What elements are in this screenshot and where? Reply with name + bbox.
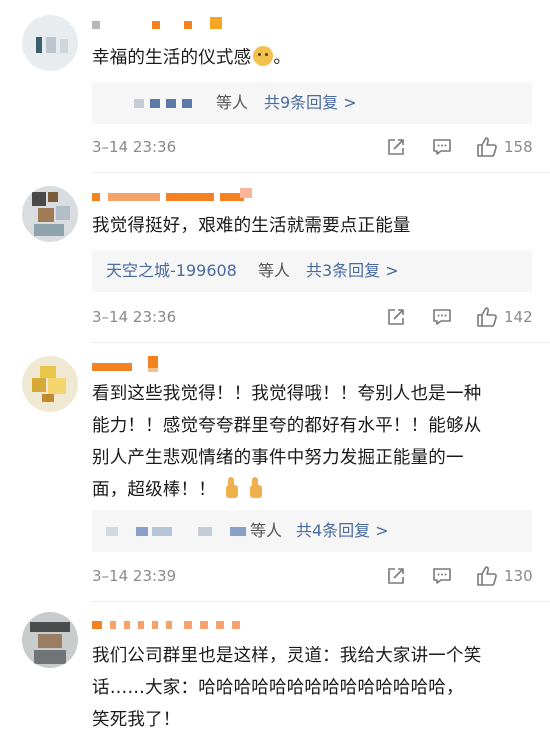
comment-text: 看到这些我觉得！！我觉得哦！！夸别人也是一种 能力！！感觉夸夸群里夸的都好有水平… — [92, 384, 482, 500]
timestamp: 3–14 23:36 — [92, 308, 177, 326]
more-replies-link[interactable]: 共3条回复 > — [306, 250, 399, 292]
reply-suffix: 等人 — [250, 521, 283, 540]
like-button[interactable]: 142 — [476, 306, 533, 328]
more-replies-link[interactable]: 共9条回复 > — [264, 82, 357, 124]
comment-button[interactable] — [432, 565, 452, 587]
thumbs-up-icon — [477, 137, 497, 157]
thumbs-up-icon — [477, 307, 497, 327]
avatar[interactable] — [22, 356, 78, 412]
username[interactable] — [92, 186, 272, 204]
comment-icon — [433, 139, 451, 155]
divider — [92, 172, 550, 173]
comment-button[interactable] — [432, 136, 452, 158]
reply-summary[interactable]: 等人 共9条回复 > — [92, 82, 532, 124]
comment-button[interactable] — [432, 306, 452, 328]
avatar[interactable] — [22, 15, 78, 71]
share-icon — [388, 139, 404, 155]
comment-text: 我们公司群里也是这样，灵道：我给大家讲一个笑 话……大家：哈哈哈哈哈哈哈哈哈哈哈… — [92, 646, 482, 730]
comment-meta: 3–14 23:36 142 — [92, 306, 533, 328]
reply-suffix: 等人 — [216, 93, 249, 112]
share-button[interactable] — [386, 136, 406, 158]
comment-meta: 3–14 23:36 158 — [92, 136, 533, 158]
avatar[interactable] — [22, 612, 78, 668]
like-count: 130 — [504, 567, 533, 585]
thumbs-up-emoji — [246, 477, 264, 499]
share-icon — [388, 309, 404, 325]
reply-user-link[interactable]: 天空之城-199608 — [106, 250, 237, 292]
avatar[interactable] — [22, 186, 78, 242]
comment-text: 幸福的生活的仪式感。 — [92, 46, 292, 68]
username[interactable] — [92, 14, 252, 32]
like-count: 158 — [504, 138, 533, 156]
reply-suffix: 等人 — [258, 261, 291, 280]
doge-emoji — [253, 46, 274, 66]
share-button[interactable] — [386, 565, 406, 587]
reply-summary[interactable]: 等人 共4条回复 > — [92, 510, 532, 552]
divider — [92, 342, 550, 343]
share-button[interactable] — [386, 306, 406, 328]
thumbs-up-icon — [477, 566, 497, 586]
more-replies-link[interactable]: 共4条回复 > — [296, 510, 389, 552]
thumbs-up-emoji — [222, 477, 240, 499]
reply-summary[interactable]: 天空之城-199608 等人 共3条回复 > — [92, 250, 532, 292]
like-count: 142 — [504, 308, 533, 326]
comment-list: 幸福的生活的仪式感。 等人 共9条回复 > 3–14 23:36 158 我觉得… — [0, 0, 550, 730]
username[interactable] — [92, 614, 292, 632]
timestamp: 3–14 23:36 — [92, 138, 177, 156]
username[interactable] — [92, 356, 182, 374]
divider — [92, 601, 550, 602]
comment-icon — [433, 568, 451, 584]
comment-text: 我觉得挺好，艰难的生活就需要点正能量 — [92, 216, 411, 236]
timestamp: 3–14 23:39 — [92, 567, 177, 585]
comment-meta: 3–14 23:39 130 — [92, 565, 533, 587]
like-button[interactable]: 130 — [476, 565, 533, 587]
like-button[interactable]: 158 — [476, 136, 533, 158]
comment-icon — [433, 309, 451, 325]
share-icon — [388, 568, 404, 584]
